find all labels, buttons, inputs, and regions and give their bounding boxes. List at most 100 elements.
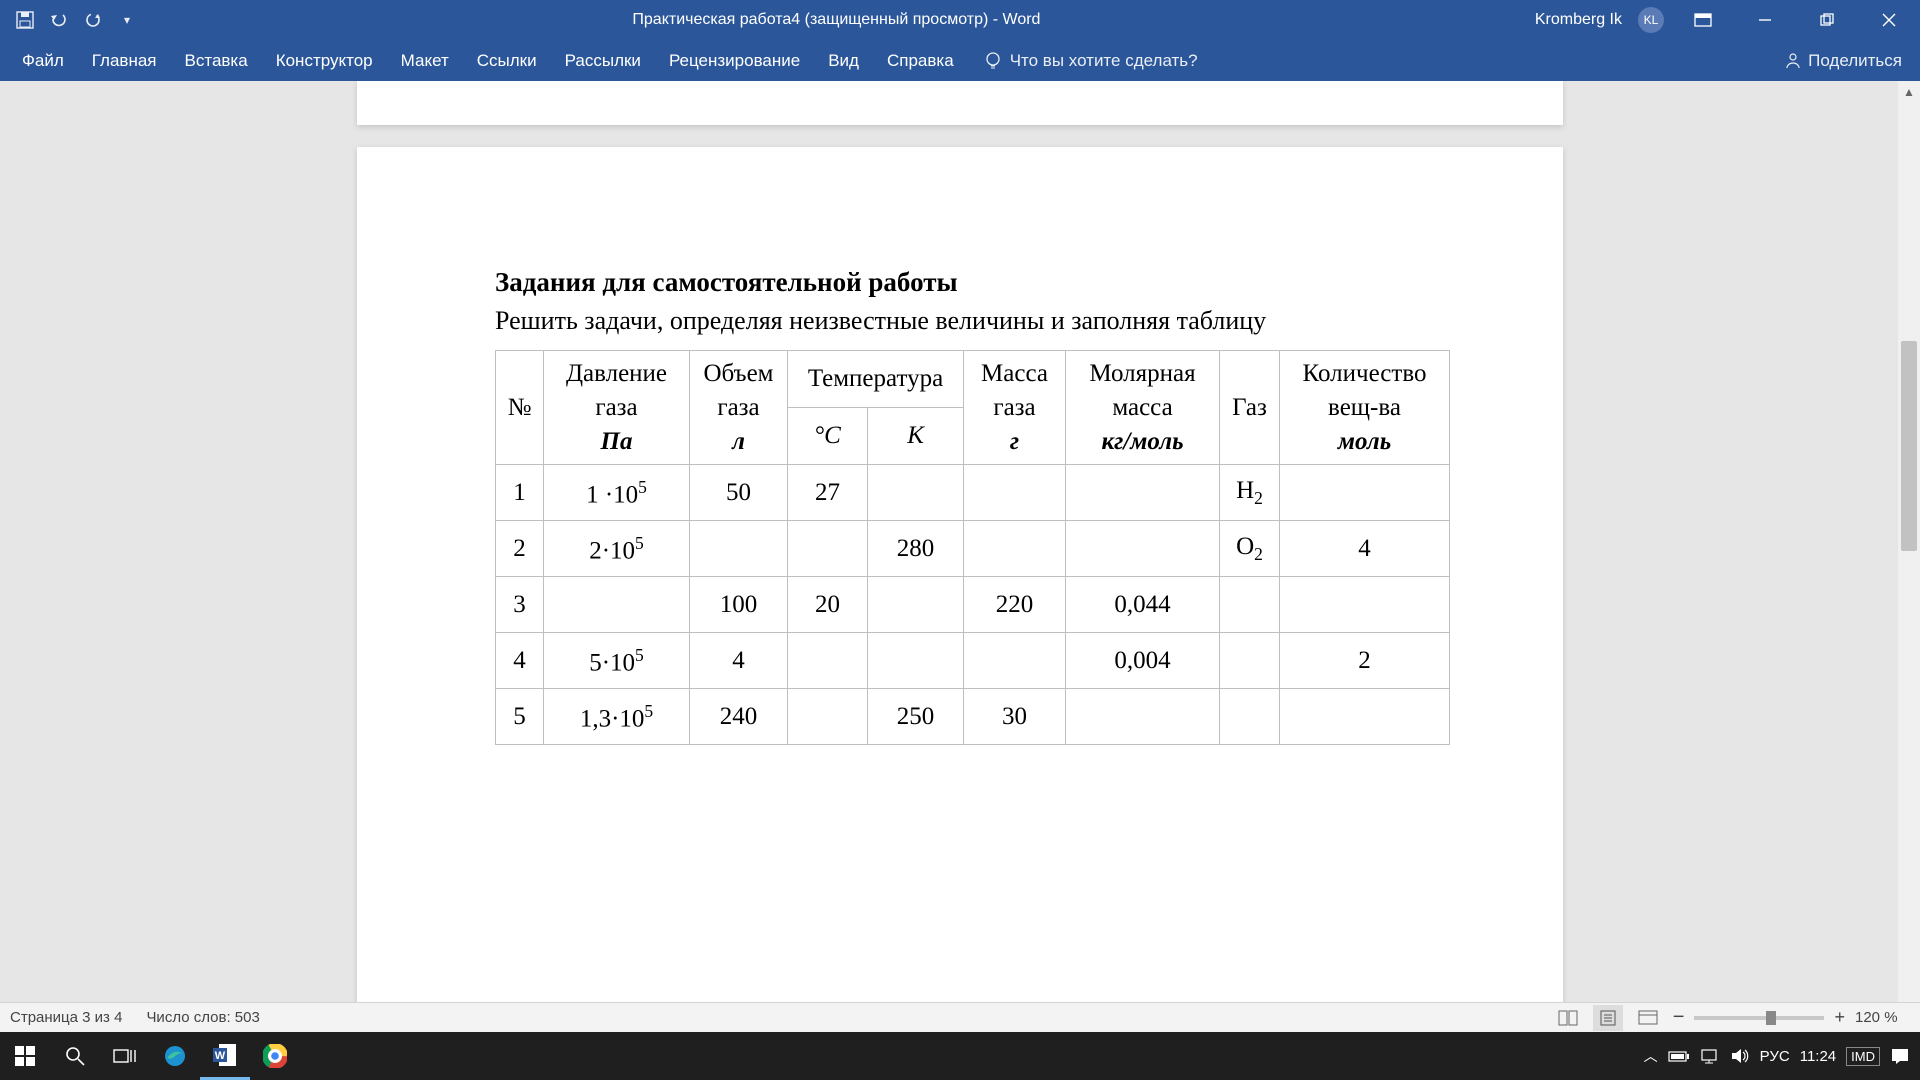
cell-volume: 4 bbox=[690, 633, 788, 689]
tab-review[interactable]: Рецензирование bbox=[655, 40, 814, 81]
svg-text:W: W bbox=[215, 1050, 226, 1062]
zoom-slider-thumb[interactable] bbox=[1766, 1011, 1776, 1025]
taskbar: W ︿ РУС 11:24 IMD bbox=[0, 1032, 1920, 1080]
table-row: 45·10540,0042 bbox=[496, 633, 1450, 689]
volume-icon[interactable] bbox=[1730, 1047, 1750, 1065]
view-web-icon[interactable] bbox=[1633, 1005, 1663, 1031]
vertical-scrollbar[interactable]: ▲ ▼ bbox=[1898, 81, 1920, 1044]
table-row: 11 ·1055027H2 bbox=[496, 465, 1450, 521]
tellme-search[interactable]: Что вы хотите сделать? bbox=[984, 51, 1198, 71]
cell-molar bbox=[1066, 689, 1220, 745]
cell-volume: 100 bbox=[690, 577, 788, 633]
user-avatar[interactable]: KL bbox=[1638, 7, 1664, 33]
col-pressure: Давление газа Па bbox=[544, 351, 690, 465]
cell-volume: 50 bbox=[690, 465, 788, 521]
save-icon[interactable] bbox=[14, 9, 36, 31]
task-view-icon[interactable] bbox=[100, 1032, 150, 1080]
language-indicator[interactable]: РУС bbox=[1760, 1048, 1790, 1065]
start-button[interactable] bbox=[0, 1032, 50, 1080]
cell-mass bbox=[964, 521, 1066, 577]
cell-temp-k bbox=[868, 465, 964, 521]
tab-home[interactable]: Главная bbox=[78, 40, 171, 81]
scroll-thumb[interactable] bbox=[1901, 341, 1917, 551]
cell-temp-c bbox=[788, 633, 868, 689]
close-button[interactable] bbox=[1866, 0, 1912, 40]
tab-mailings[interactable]: Рассылки bbox=[551, 40, 655, 81]
statusbar: Страница 3 из 4 Число слов: 503 − + 120 … bbox=[0, 1002, 1920, 1032]
window-title: Практическая работа4 (защищенный просмот… bbox=[138, 11, 1535, 29]
zoom-level[interactable]: 120 % bbox=[1855, 1009, 1910, 1026]
cell-temp-c bbox=[788, 521, 868, 577]
cell-volume: 240 bbox=[690, 689, 788, 745]
view-print-icon[interactable] bbox=[1593, 1005, 1623, 1031]
cell-volume bbox=[690, 521, 788, 577]
tab-view[interactable]: Вид bbox=[814, 40, 873, 81]
edge-icon[interactable] bbox=[150, 1032, 200, 1080]
zoom-in-button[interactable]: + bbox=[1834, 1007, 1845, 1028]
table-row: 22·105280O24 bbox=[496, 521, 1450, 577]
document-page: Задания для самостоятельной работы Решит… bbox=[357, 147, 1563, 1044]
share-icon bbox=[1784, 52, 1802, 70]
page-indicator[interactable]: Страница 3 из 4 bbox=[10, 1009, 122, 1026]
cell-pressure: 2·105 bbox=[544, 521, 690, 577]
maximize-button[interactable] bbox=[1804, 0, 1850, 40]
undo-icon[interactable] bbox=[48, 9, 70, 31]
ime-icon[interactable]: IMD bbox=[1846, 1047, 1880, 1066]
share-button[interactable]: Поделиться bbox=[1784, 51, 1902, 71]
cell-num: 3 bbox=[496, 577, 544, 633]
col-volume: Объем газа л bbox=[690, 351, 788, 465]
minimize-button[interactable] bbox=[1742, 0, 1788, 40]
ribbon-display-icon[interactable] bbox=[1680, 0, 1726, 40]
col-temp-k: К bbox=[868, 408, 964, 465]
scroll-up-arrow[interactable]: ▲ bbox=[1898, 81, 1920, 103]
tab-layout[interactable]: Макет bbox=[387, 40, 463, 81]
cell-gas: H2 bbox=[1220, 465, 1280, 521]
word-count[interactable]: Число слов: 503 bbox=[146, 1009, 259, 1026]
cell-molar bbox=[1066, 521, 1220, 577]
quick-access-toolbar: ▾ bbox=[0, 9, 138, 31]
word-icon[interactable]: W bbox=[200, 1032, 250, 1080]
zoom-slider[interactable] bbox=[1694, 1016, 1824, 1020]
cell-num: 4 bbox=[496, 633, 544, 689]
cell-amount bbox=[1280, 577, 1450, 633]
cell-pressure: 1 ·105 bbox=[544, 465, 690, 521]
network-icon[interactable] bbox=[1700, 1048, 1720, 1064]
tab-file[interactable]: Файл bbox=[8, 40, 78, 81]
col-amount: Количество вещ-ва моль bbox=[1280, 351, 1450, 465]
doc-subheading: Решить задачи, определяя неизвестные вел… bbox=[495, 306, 1503, 336]
tab-design[interactable]: Конструктор bbox=[262, 40, 387, 81]
search-icon[interactable] bbox=[50, 1032, 100, 1080]
battery-icon[interactable] bbox=[1668, 1049, 1690, 1063]
action-center-icon[interactable] bbox=[1890, 1047, 1910, 1065]
cell-pressure bbox=[544, 577, 690, 633]
cell-num: 2 bbox=[496, 521, 544, 577]
cell-temp-c: 20 bbox=[788, 577, 868, 633]
cell-temp-k: 280 bbox=[868, 521, 964, 577]
username[interactable]: Kromberg Ik bbox=[1535, 11, 1622, 29]
qat-customize-icon[interactable]: ▾ bbox=[116, 9, 138, 31]
col-mass: Масса газа г bbox=[964, 351, 1066, 465]
cell-mass: 220 bbox=[964, 577, 1066, 633]
tab-help[interactable]: Справка bbox=[873, 40, 968, 81]
tray-chevron-icon[interactable]: ︿ bbox=[1644, 1046, 1658, 1066]
cell-pressure: 1,3·105 bbox=[544, 689, 690, 745]
ribbon-tabs: Файл Главная Вставка Конструктор Макет С… bbox=[0, 40, 1920, 81]
col-molar: Молярная масса кг/моль bbox=[1066, 351, 1220, 465]
chrome-icon[interactable] bbox=[250, 1032, 300, 1080]
col-num: № bbox=[496, 351, 544, 465]
cell-mass: 30 bbox=[964, 689, 1066, 745]
share-label: Поделиться bbox=[1808, 51, 1902, 71]
tab-references[interactable]: Ссылки bbox=[463, 40, 551, 81]
table-row: 3100202200,044 bbox=[496, 577, 1450, 633]
tab-insert[interactable]: Вставка bbox=[171, 40, 262, 81]
data-table: № Давление газа Па Объем газа л Температ… bbox=[495, 350, 1450, 745]
cell-gas bbox=[1220, 633, 1280, 689]
clock[interactable]: 11:24 bbox=[1800, 1048, 1836, 1065]
cell-temp-k: 250 bbox=[868, 689, 964, 745]
redo-icon[interactable] bbox=[82, 9, 104, 31]
view-read-icon[interactable] bbox=[1553, 1005, 1583, 1031]
zoom-out-button[interactable]: − bbox=[1673, 1006, 1685, 1029]
doc-heading: Задания для самостоятельной работы bbox=[495, 267, 1503, 298]
cell-molar: 0,004 bbox=[1066, 633, 1220, 689]
document-area[interactable]: Задания для самостоятельной работы Решит… bbox=[0, 81, 1920, 1044]
